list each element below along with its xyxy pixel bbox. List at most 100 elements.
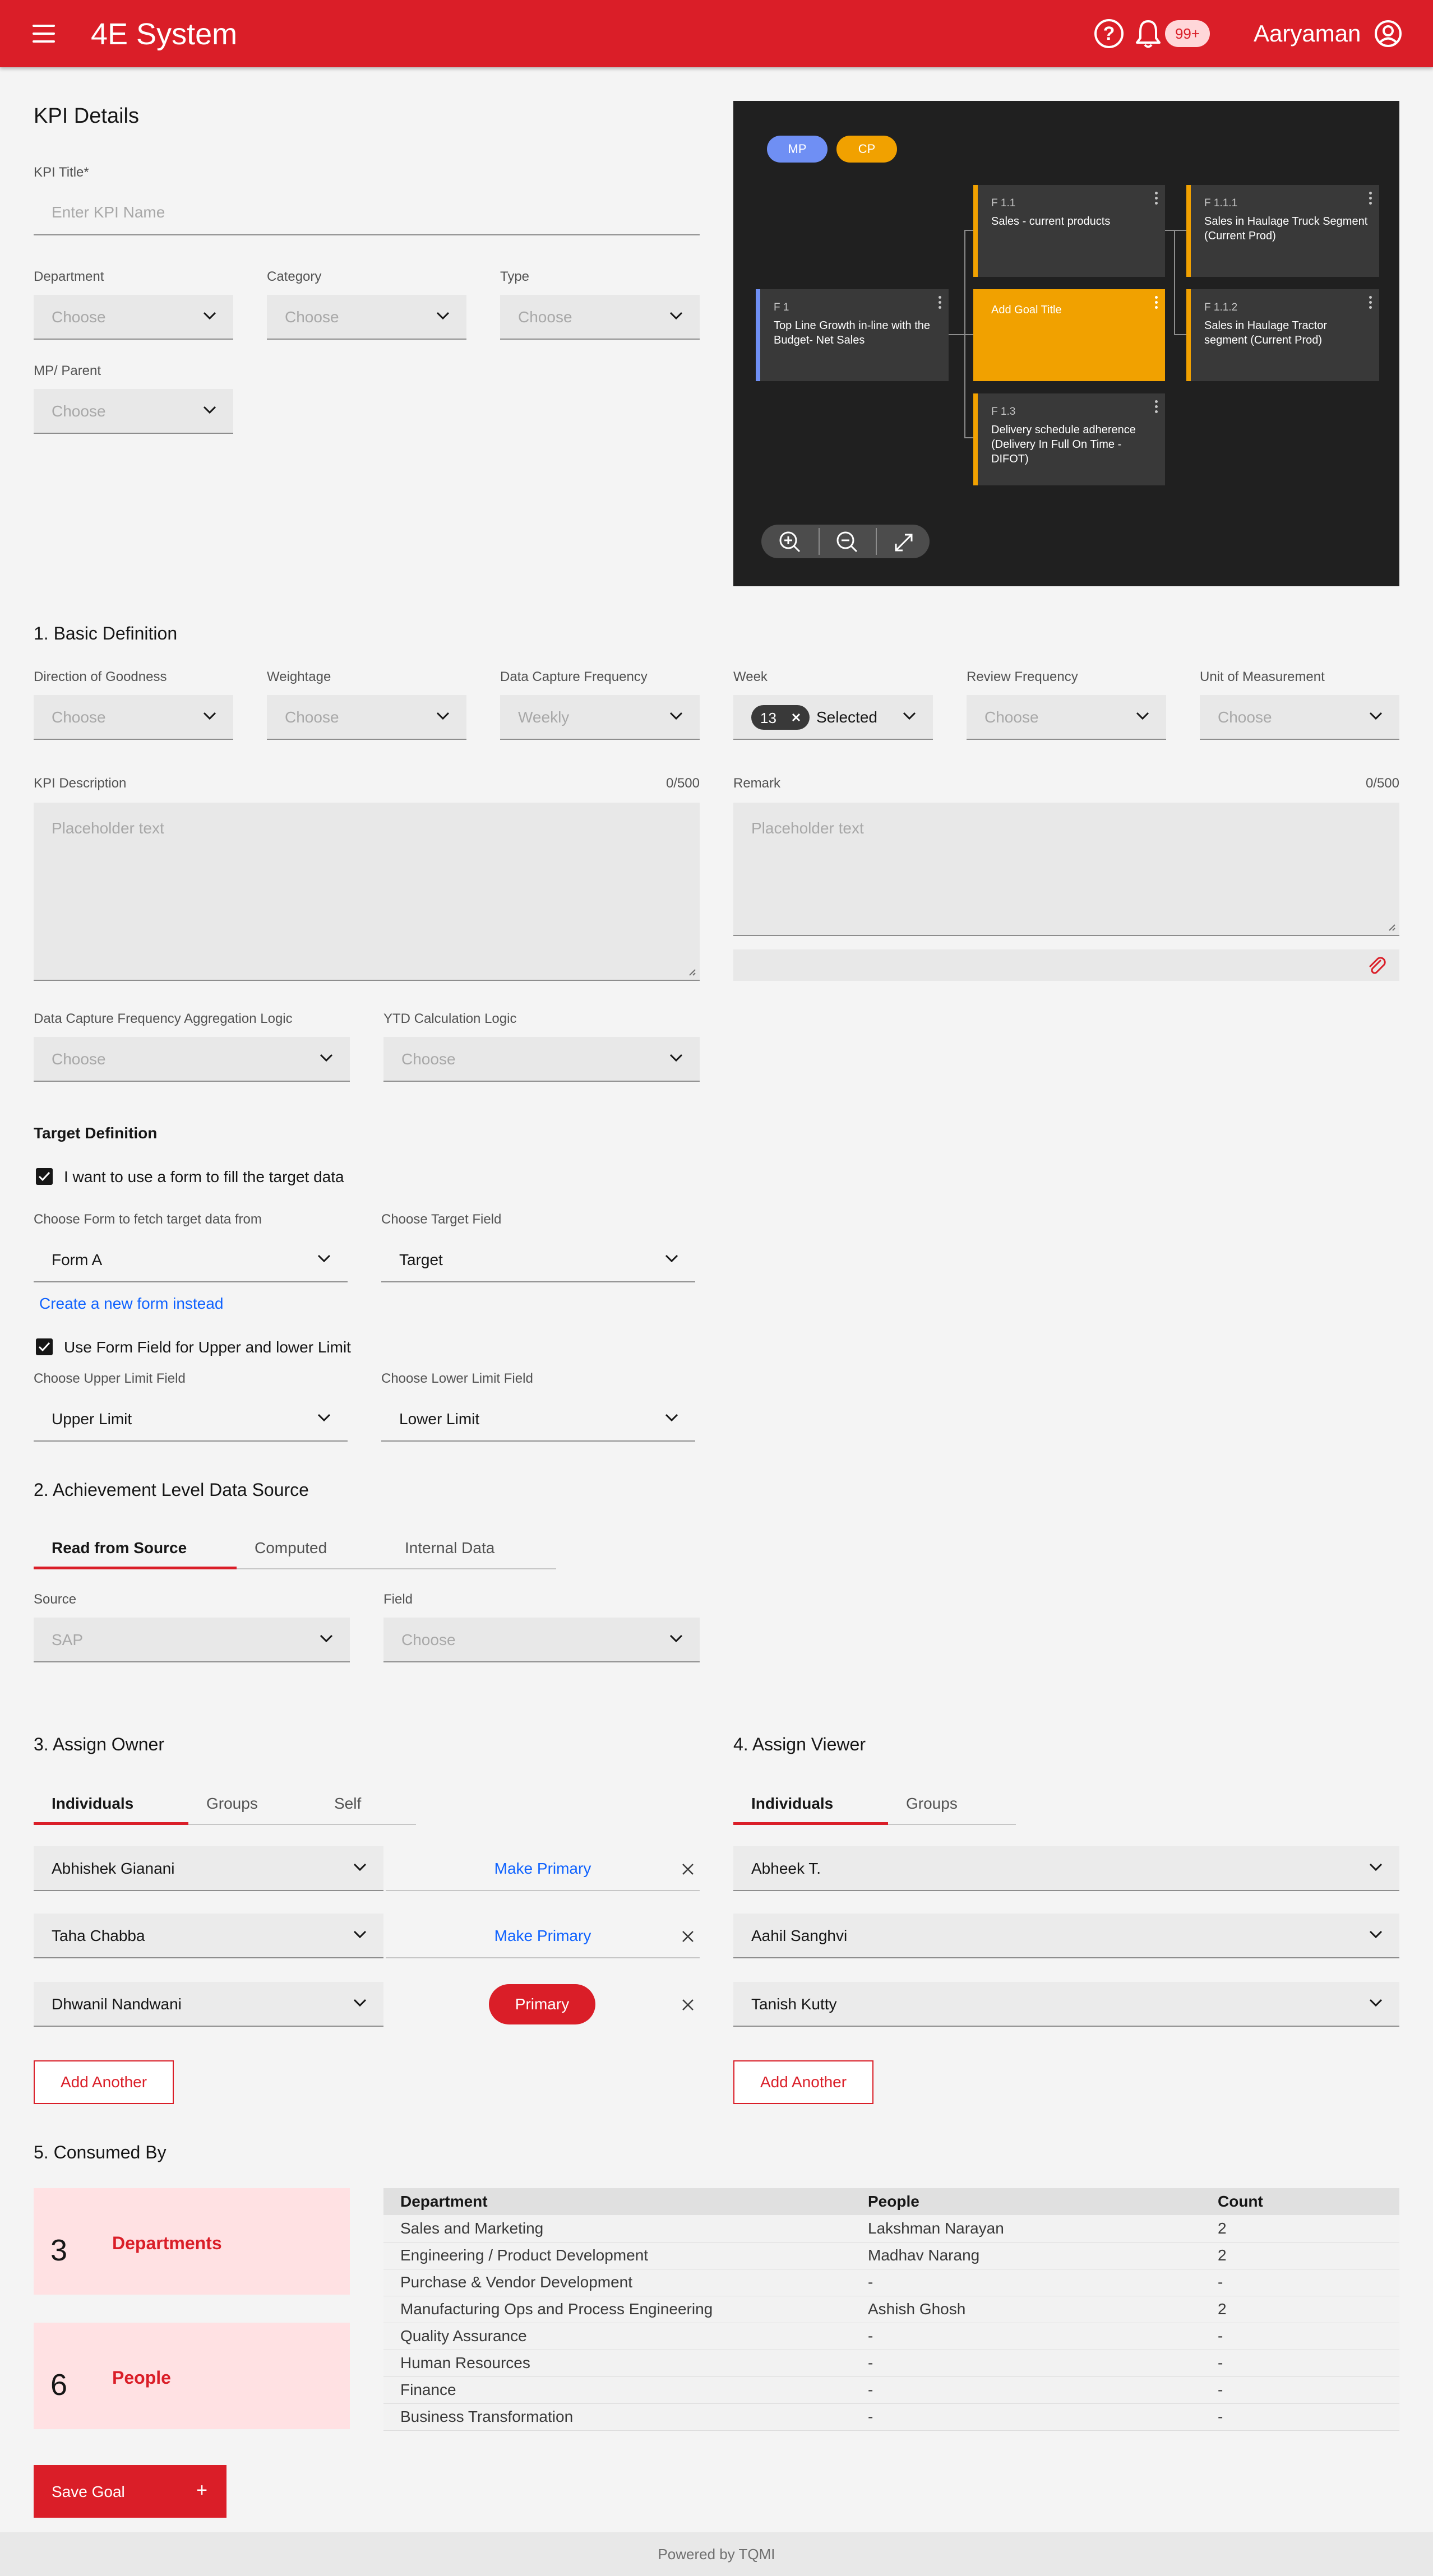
owner-select-2[interactable]: Taha Chabba: [34, 1914, 383, 1958]
paperclip-icon[interactable]: [1366, 955, 1388, 977]
node-code: F 1.1.1: [1204, 197, 1238, 209]
uom-select[interactable]: Choose: [1200, 695, 1399, 740]
remark-textarea[interactable]: [733, 803, 1399, 935]
help-icon[interactable]: ?: [1094, 19, 1124, 48]
clear-selection-icon[interactable]: [792, 713, 801, 722]
table-cell: -: [1201, 2350, 1399, 2377]
direction-select[interactable]: Choose: [34, 695, 233, 740]
table-header-row: Department People Count: [383, 2188, 1399, 2215]
more-options-icon[interactable]: [1155, 192, 1158, 207]
primary-owner-button[interactable]: Primary: [489, 1984, 595, 2024]
department-select[interactable]: Choose: [34, 295, 233, 340]
save-goal-button[interactable]: Save Goal +: [34, 2465, 226, 2518]
plus-icon: +: [196, 2480, 207, 2501]
category-select[interactable]: Choose: [267, 295, 466, 340]
attachment-bar[interactable]: [733, 949, 1399, 981]
legend-mp: MP: [767, 136, 828, 163]
bell-icon[interactable]: [1134, 18, 1163, 49]
add-owner-button[interactable]: Add Another: [34, 2060, 174, 2104]
week-count-tag[interactable]: 13: [751, 705, 810, 730]
more-options-icon[interactable]: [939, 296, 942, 311]
kpi-title-field[interactable]: [34, 191, 700, 235]
node-code: F 1.1: [991, 197, 1016, 209]
source-select[interactable]: SAP: [34, 1618, 350, 1662]
owner-name: Abhishek Gianani: [52, 1860, 175, 1877]
kpi-description-field[interactable]: [34, 803, 700, 981]
field-select[interactable]: Choose: [383, 1618, 700, 1662]
category-value: Choose: [285, 308, 339, 326]
create-form-link[interactable]: Create a new form instead: [39, 1295, 223, 1313]
owner-select-1[interactable]: Abhishek Gianani: [34, 1846, 383, 1891]
table-row: Business Transformation - -: [383, 2403, 1399, 2431]
viewer-select-3[interactable]: Tanish Kutty: [733, 1982, 1399, 2027]
direction-value: Choose: [52, 708, 106, 726]
expand-icon[interactable]: [877, 525, 933, 558]
capture-frequency-select[interactable]: Weekly: [500, 695, 700, 740]
viewer-tab-groups[interactable]: Groups: [888, 1786, 1016, 1825]
zoom-out-icon[interactable]: [820, 525, 876, 558]
more-options-icon[interactable]: [1155, 400, 1158, 415]
owner-tab-groups[interactable]: Groups: [188, 1786, 316, 1825]
viewer-select-1[interactable]: Abheek T.: [733, 1846, 1399, 1891]
type-label: Type: [500, 269, 530, 284]
kpi-title-input[interactable]: [34, 191, 700, 234]
tree-node-f1-3[interactable]: F 1.3 Delivery schedule adherence (Deliv…: [973, 393, 1165, 485]
weightage-select[interactable]: Choose: [267, 695, 466, 740]
tree-node-f1-1-2[interactable]: F 1.1.2 Sales in Haulage Tractor segment…: [1186, 289, 1379, 381]
tree-node-new-goal[interactable]: Add Goal Title: [973, 289, 1165, 381]
use-form-checkbox[interactable]: [36, 1168, 53, 1185]
type-select[interactable]: Choose: [500, 295, 700, 340]
node-title: Sales - current products: [991, 215, 1111, 228]
chevron-down-icon: [317, 1254, 331, 1262]
remark-field[interactable]: [733, 803, 1399, 936]
review-frequency-select[interactable]: Choose: [967, 695, 1166, 740]
owner-select-3[interactable]: Dhwanil Nandwani: [34, 1982, 383, 2027]
lower-limit-select[interactable]: Lower Limit: [381, 1397, 695, 1442]
more-options-icon[interactable]: [1369, 192, 1372, 207]
owner-tab-self[interactable]: Self: [316, 1786, 416, 1825]
viewer-select-2[interactable]: Aahil Sanghvi: [733, 1914, 1399, 1958]
user-avatar-icon[interactable]: [1374, 19, 1403, 48]
chevron-down-icon: [1369, 1930, 1383, 1938]
close-icon[interactable]: [682, 1930, 694, 1943]
page-footer: Powered by TQMI: [0, 2532, 1433, 2576]
parent-select[interactable]: Choose: [34, 389, 233, 434]
owner-tab-individuals[interactable]: Individuals: [34, 1786, 188, 1825]
people-summary-card[interactable]: 6 People: [34, 2323, 350, 2429]
week-multiselect[interactable]: 13 Selected: [733, 695, 933, 740]
assign-owner-heading: 3. Assign Owner: [34, 1734, 164, 1754]
close-icon[interactable]: [682, 1863, 694, 1875]
add-viewer-button[interactable]: Add Another: [733, 2060, 873, 2104]
resize-handle-icon[interactable]: [687, 967, 696, 976]
capture-frequency-label: Data Capture Frequency: [500, 669, 648, 684]
node-code: F 1.1.2: [1204, 302, 1238, 313]
tree-node-f1-1-1[interactable]: F 1.1.1 Sales in Haulage Truck Segment (…: [1186, 185, 1379, 277]
user-name[interactable]: Aaryaman: [1254, 20, 1361, 47]
tree-node-f1-1[interactable]: F 1.1 Sales - current products: [973, 185, 1165, 277]
close-icon[interactable]: [682, 1999, 694, 2011]
viewer-tab-individuals[interactable]: Individuals: [733, 1786, 888, 1825]
more-options-icon[interactable]: [1369, 296, 1372, 311]
more-options-icon[interactable]: [1155, 296, 1158, 311]
aggregation-logic-select[interactable]: Choose: [34, 1037, 350, 1082]
make-primary-button[interactable]: Make Primary: [386, 1914, 700, 1958]
app-brand[interactable]: 4E System: [91, 17, 237, 52]
tree-connector: [949, 334, 964, 335]
upper-limit-select[interactable]: Upper Limit: [34, 1397, 348, 1442]
tab-computed[interactable]: Computed: [237, 1530, 389, 1569]
kpi-description-textarea[interactable]: [34, 803, 700, 980]
make-primary-button[interactable]: Make Primary: [386, 1846, 700, 1891]
target-field-select[interactable]: Target: [381, 1238, 695, 1282]
choose-form-select[interactable]: Form A: [34, 1238, 348, 1282]
notification-badge[interactable]: 99+: [1165, 20, 1210, 47]
resize-handle-icon[interactable]: [1387, 923, 1396, 932]
hamburger-menu-icon[interactable]: [33, 25, 55, 43]
tree-node-f1[interactable]: F 1 Top Line Growth in-line with the Bud…: [756, 289, 949, 381]
tab-internal-data[interactable]: Internal Data: [387, 1530, 556, 1569]
chevron-down-icon: [353, 1930, 367, 1938]
use-limit-checkbox[interactable]: [36, 1338, 53, 1355]
tab-read-from-source[interactable]: Read from Source: [34, 1530, 237, 1569]
ytd-logic-select[interactable]: Choose: [383, 1037, 700, 1082]
zoom-in-icon[interactable]: [761, 525, 817, 558]
departments-summary-card[interactable]: 3 Departments: [34, 2188, 350, 2295]
